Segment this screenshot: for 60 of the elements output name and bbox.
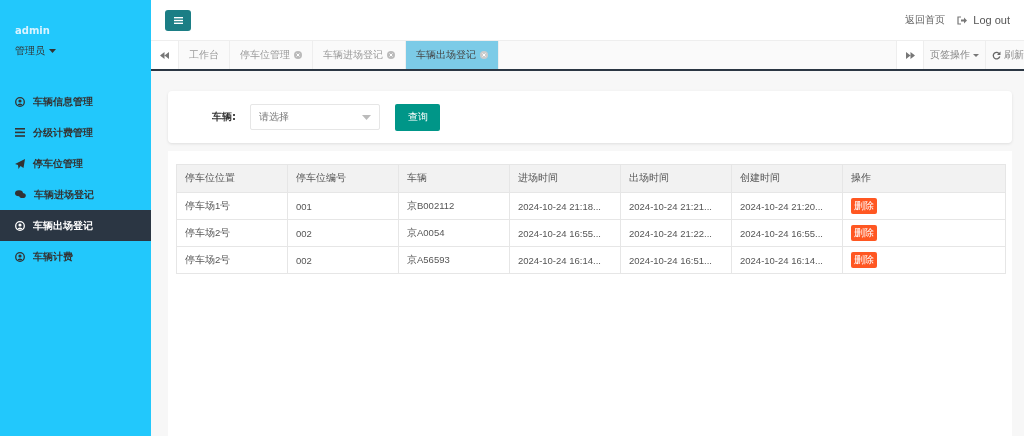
column-header: 车辆 [398, 164, 510, 193]
sidebar-item[interactable]: 分级计费管理 [0, 117, 151, 148]
column-header: 出场时间 [620, 164, 732, 193]
table-cell: 2024-10-24 21:22... [620, 219, 732, 247]
column-header: 进场时间 [509, 164, 621, 193]
paper-plane-icon [15, 158, 25, 169]
list-icon [15, 128, 25, 137]
table-cell: 002 [287, 246, 399, 274]
user-icon [15, 96, 25, 107]
table-cell: 京A0054 [398, 219, 510, 247]
double-right-icon [905, 51, 915, 59]
query-button[interactable]: 查询 [395, 103, 440, 131]
table-cell: 京A56593 [398, 246, 510, 274]
table-cell: 2024-10-24 16:14... [731, 246, 843, 274]
menu-icon [173, 16, 183, 24]
sidebar-item[interactable]: 车辆信息管理 [0, 86, 151, 117]
tab[interactable]: 车辆出场登记 [406, 41, 499, 69]
table-cell: 停车场2号 [176, 246, 288, 274]
caret-icon [973, 53, 979, 57]
chat-icon [15, 190, 26, 199]
table-cell: 停车场2号 [176, 219, 288, 247]
table-cell: 2024-10-24 16:51... [620, 246, 732, 274]
table-cell: 停车场1号 [176, 192, 288, 220]
vehicle-select[interactable]: 请选择 [250, 104, 380, 130]
table-cell: 2024-10-24 21:20... [731, 192, 843, 220]
column-header: 停车位位置 [176, 164, 288, 193]
user-icon [15, 220, 25, 231]
column-header: 创建时间 [731, 164, 843, 193]
logout-link[interactable]: Log out [973, 14, 1010, 26]
username: admin [14, 25, 51, 36]
table-cell: 2024-10-24 21:18... [509, 192, 621, 220]
role-dropdown[interactable]: 管理员 [0, 44, 56, 58]
delete-button[interactable]: 删除 [851, 198, 877, 214]
tab[interactable]: 工作台 [179, 41, 230, 69]
delete-button[interactable]: 删除 [851, 252, 877, 268]
table-cell: 2024-10-24 21:21... [620, 192, 732, 220]
logout-icon [957, 15, 968, 25]
column-header: 操作 [842, 164, 1006, 193]
user-icon [15, 251, 25, 262]
table-cell: 2024-10-24 16:14... [509, 246, 621, 274]
caret-icon [362, 114, 371, 120]
table-cell: 京B002112 [398, 192, 510, 220]
scroll-right-button[interactable] [896, 41, 924, 69]
menu-toggle-button[interactable] [165, 9, 191, 31]
sidebar-item[interactable]: 车辆出场登记 [0, 210, 151, 241]
table-cell: 2024-10-24 16:55... [731, 219, 843, 247]
double-left-icon [160, 51, 169, 59]
column-header: 停车位编号 [287, 164, 399, 193]
home-link[interactable]: 返回首页 [905, 13, 946, 27]
table-cell: 2024-10-24 16:55... [509, 219, 621, 247]
scroll-left-button[interactable] [151, 41, 179, 69]
refresh-icon [992, 50, 1001, 60]
table-cell: 002 [287, 219, 399, 247]
sidebar-item[interactable]: 车辆进场登记 [0, 179, 151, 210]
table-cell: 001 [287, 192, 399, 220]
caret-icon [49, 49, 56, 53]
sidebar-item[interactable]: 停车位管理 [0, 148, 151, 179]
delete-button[interactable]: 删除 [851, 225, 877, 241]
sidebar-item[interactable]: 车辆计费 [0, 241, 151, 272]
vehicle-label: 车辆: [212, 110, 236, 124]
